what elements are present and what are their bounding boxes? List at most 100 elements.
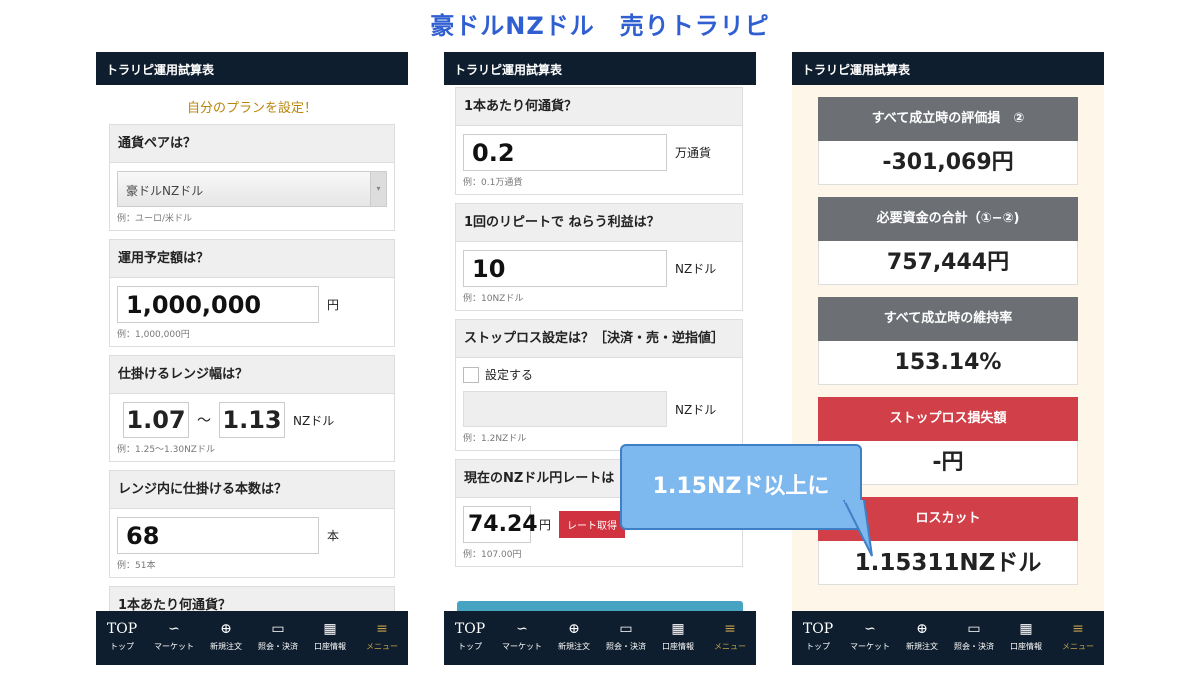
calculate-button[interactable] [457, 601, 743, 611]
top-icon: TOP [454, 621, 486, 637]
result-required-funds: 必要資金の合計（①−②) 757,444円 [818, 197, 1078, 285]
tab-label: 新規注文 [558, 642, 590, 651]
tab-label: マーケット [502, 642, 542, 651]
units-input[interactable]: 0.2 [463, 134, 667, 171]
amount-input[interactable]: 1,000,000 [117, 286, 319, 323]
tab-account[interactable]: ▦ 口座情報 [652, 611, 704, 665]
units-card: 1本あたり何通貨？ 0.2 万通貨 例：0.1万通貨 [455, 87, 743, 195]
tab-top[interactable]: TOP トップ [96, 611, 148, 665]
amount-card: 運用予定額は？ 1,000,000 円 例：1,000,000円 [109, 239, 395, 347]
tab-account[interactable]: ▦ 口座情報 [1000, 611, 1052, 665]
get-rate-button[interactable]: レート取得 [559, 511, 626, 538]
stoploss-check-label: 設定する [485, 368, 534, 382]
range-example: 例：1.25〜1.30NZドル [117, 445, 215, 455]
tab-account[interactable]: ▦ 口座情報 [304, 611, 356, 665]
callout-annotation: 1.15NZド以上に [620, 444, 862, 530]
range-unit: NZドル [293, 413, 335, 428]
tab-label: トップ [806, 642, 830, 651]
checkbox-box[interactable] [463, 366, 479, 383]
tab-new-order[interactable]: ⊕ 新規注文 [548, 611, 600, 665]
tab-top[interactable]: TOP トップ [444, 611, 496, 665]
settings-form: 1本あたり何通貨？ 0.2 万通貨 例：0.1万通貨 1回のリピートで ねらう利益… [444, 85, 756, 611]
profit-unit: NZドル [675, 262, 717, 276]
result-label: すべて成立時の評価損 ② [818, 97, 1078, 141]
app-header: トラリピ運用試算表 [444, 52, 756, 85]
currency-pair-question: 通貨ペアは？ [110, 125, 394, 163]
tab-label: メニュー [1062, 642, 1094, 651]
tab-new-order[interactable]: ⊕ 新規注文 [200, 611, 252, 665]
tab-label: 口座情報 [314, 642, 346, 651]
range-low-input[interactable]: 1.07 [123, 402, 189, 438]
tab-bar: TOP トップ ∽ マーケット ⊕ 新規注文 ▭ 照会・決済 ▦ 口座情報 ≡ メニュー [96, 611, 408, 665]
tab-market[interactable]: ∽ マーケット [844, 611, 896, 665]
profit-input[interactable]: 10 [463, 250, 667, 287]
stoploss-checkbox[interactable]: 設定する [463, 366, 735, 383]
currency-pair-value: 豪ドルNZドル [126, 184, 204, 198]
range-high-input[interactable]: 1.13 [219, 402, 285, 438]
card-icon: ▭ [619, 621, 633, 637]
tab-bar: TOP トップ ∽ マーケット ⊕ 新規注文 ▭ 照会・決済 ▦ 口座情報 ≡ メニュー [792, 611, 1104, 665]
amount-example: 例：1,000,000円 [117, 330, 190, 340]
currency-pair-card: 通貨ペアは？ 豪ドルNZドル ▾ 例：ユーロ/米ドル [109, 124, 395, 231]
rate-unit: 円 [539, 518, 552, 532]
tab-inquiry[interactable]: ▭ 照会・決済 [252, 611, 304, 665]
range-separator: 〜 [197, 413, 211, 429]
chart-icon: ∽ [864, 621, 876, 637]
tab-label: トップ [458, 642, 482, 651]
grid-icon: ▦ [323, 621, 337, 637]
tab-market[interactable]: ∽ マーケット [496, 611, 548, 665]
app-header: トラリピ運用試算表 [792, 52, 1104, 85]
plan-heading: 自分のプランを設定！ [186, 101, 317, 116]
app-header: トラリピ運用試算表 [96, 52, 408, 85]
currency-pair-example: 例：ユーロ/米ドル [117, 214, 193, 224]
tab-label: 照会・決済 [258, 642, 298, 651]
plan-form: 自分のプランを設定！ 通貨ペアは？ 豪ドルNZドル ▾ 例：ユーロ/米ドル 運用予… [96, 85, 408, 611]
result-label: 必要資金の合計（①−②) [818, 197, 1078, 241]
tab-new-order[interactable]: ⊕ 新規注文 [896, 611, 948, 665]
tab-menu[interactable]: ≡ メニュー [356, 611, 408, 665]
count-input[interactable]: 68 [117, 517, 319, 554]
result-label: すべて成立時の維持率 [818, 297, 1078, 341]
select-caret-icon: ▾ [370, 172, 386, 206]
tab-top[interactable]: TOP トップ [792, 611, 844, 665]
result-value: -301,069円 [818, 141, 1078, 185]
tab-menu[interactable]: ≡ メニュー [704, 611, 756, 665]
chart-icon: ∽ [168, 621, 180, 637]
tab-label: マーケット [154, 642, 194, 651]
currency-pair-select[interactable]: 豪ドルNZドル ▾ [117, 171, 387, 207]
tab-bar: TOP トップ ∽ マーケット ⊕ 新規注文 ▭ 照会・決済 ▦ 口座情報 ≡ メニュー [444, 611, 756, 665]
result-margin-ratio: すべて成立時の維持率 153.14% [818, 297, 1078, 385]
rate-input[interactable]: 74.24 [463, 506, 538, 543]
menu-icon: ≡ [376, 621, 388, 637]
stoploss-unit: NZドル [675, 402, 717, 417]
units-question: 1本あたり何通貨？ [456, 88, 742, 126]
menu-icon: ≡ [724, 621, 736, 637]
result-label: ストップロス損失額 [818, 397, 1078, 441]
phone-screen-results: トラリピ運用試算表 すべて成立時の評価損 ② -301,069円 必要資金の合計… [792, 52, 1104, 665]
tab-label: 口座情報 [1010, 642, 1042, 651]
profit-card: 1回のリピートで ねらう利益は？ 10 NZドル 例：10NZドル [455, 203, 743, 311]
tab-label: マーケット [850, 642, 890, 651]
phone-screen-settings: トラリピ運用試算表 1本あたり何通貨？ 0.2 万通貨 例：0.1万通貨 1回のリ… [444, 52, 756, 665]
profit-question: 1回のリピートで ねらう利益は？ [456, 204, 742, 242]
card-icon: ▭ [271, 621, 285, 637]
card-icon: ▭ [967, 621, 981, 637]
tab-inquiry[interactable]: ▭ 照会・決済 [948, 611, 1000, 665]
chart-icon: ∽ [516, 621, 528, 637]
plus-circle-icon: ⊕ [916, 621, 928, 637]
units-example: 例：0.1万通貨 [463, 178, 523, 188]
page-title: 豪ドルNZドル 売りトラリピ [430, 12, 770, 40]
grid-icon: ▦ [1019, 621, 1033, 637]
tab-label: 照会・決済 [954, 642, 994, 651]
tab-label: 新規注文 [210, 642, 242, 651]
tab-label: メニュー [714, 642, 746, 651]
tab-menu[interactable]: ≡ メニュー [1052, 611, 1104, 665]
tab-market[interactable]: ∽ マーケット [148, 611, 200, 665]
tab-label: 照会・決済 [606, 642, 646, 651]
units-unit: 万通貨 [675, 146, 712, 160]
stoploss-card: ストップロス設定は？［決済・売・逆指値］ 設定する NZドル 例：1.2NZドル [455, 319, 743, 451]
tab-inquiry[interactable]: ▭ 照会・決済 [600, 611, 652, 665]
stoploss-input[interactable] [463, 391, 667, 427]
range-card: 仕掛けるレンジ幅は？ 1.07 〜 1.13 NZドル 例：1.25〜1.30NZドル [109, 355, 395, 462]
grid-icon: ▦ [671, 621, 685, 637]
